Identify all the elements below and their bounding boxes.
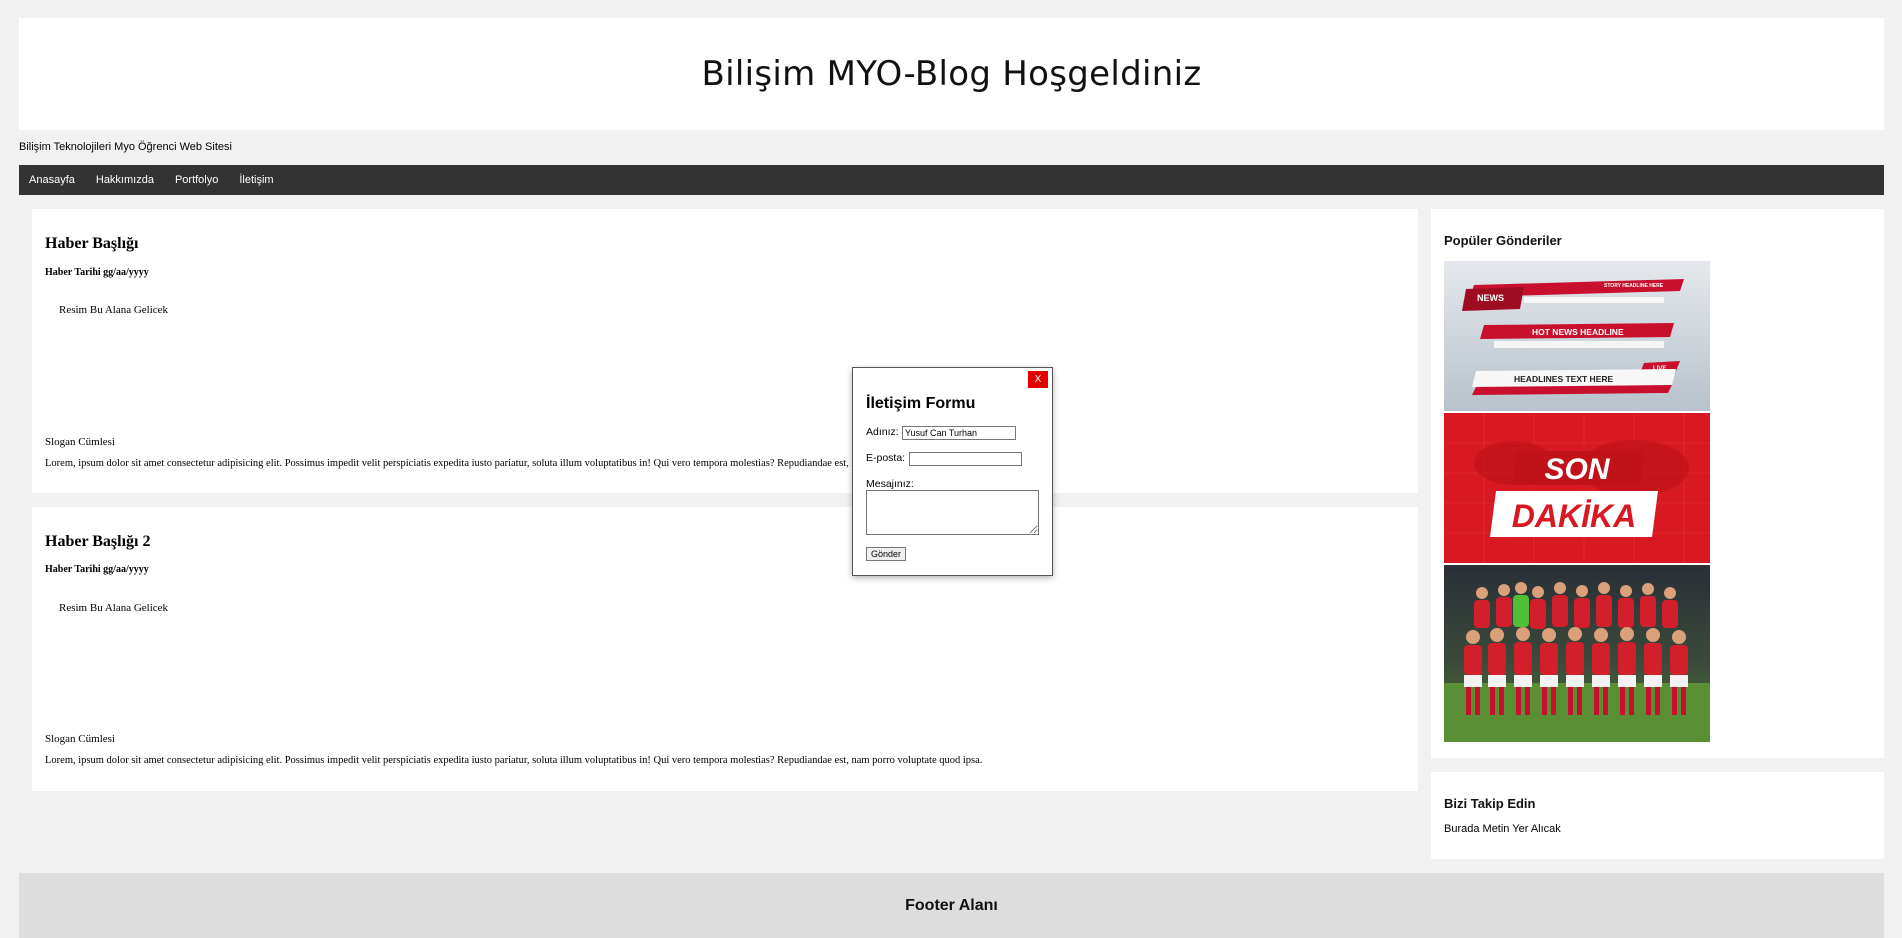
banner-label-hot-news: HOT NEWS HEADLINE [1532, 327, 1624, 337]
email-label: E-posta: [866, 452, 906, 464]
message-textarea[interactable] [866, 490, 1039, 535]
son-label: SON [1544, 453, 1610, 486]
post-slogan: Slogan Cümlesi [45, 733, 115, 745]
banner-label-news: NEWS [1477, 293, 1504, 303]
popular-posts-title: Popüler Gönderiler [1444, 233, 1562, 248]
news-post: Haber Başlığı 2 Haber Tarihi gg/aa/yyyy … [32, 507, 1418, 791]
follow-us-text: Burada Metin Yer Alıcak [1444, 823, 1561, 835]
follow-us-title: Bizi Takip Edin [1444, 796, 1536, 811]
post-title: Haber Başlığı [45, 235, 139, 252]
site-subtitle: Bilişim Teknolojileri Myo Öğrenci Web Si… [19, 141, 232, 153]
top-navigation: Anasayfa Hakkımızda Portfolyo İletişim [19, 165, 1884, 195]
name-label: Adınız: [866, 426, 899, 438]
submit-button[interactable]: Gönder [866, 547, 907, 561]
son-dakika-image[interactable]: SON DAKİKA [1444, 413, 1710, 563]
site-header: Bilişim MYO-Blog Hoşgeldiniz [19, 18, 1884, 130]
follow-us-panel: Bizi Takip Edin Burada Metin Yer Alıcak [1431, 772, 1884, 859]
contact-form-title: İletişim Formu [866, 395, 976, 412]
nav-item-portfolyo[interactable]: Portfolyo [165, 174, 229, 186]
post-date: Haber Tarihi gg/aa/yyyy [45, 564, 149, 575]
email-field[interactable] [909, 452, 1022, 466]
post-body: Lorem, ipsum dolor sit amet consectetur … [45, 755, 983, 766]
post-slogan: Slogan Cümlesi [45, 436, 115, 448]
name-field[interactable] [902, 426, 1016, 440]
contact-form-modal: X İletişim Formu Adınız: E-posta: Mesajı… [852, 367, 1053, 576]
site-footer: Footer Alanı [19, 873, 1884, 938]
close-button[interactable]: X [1028, 371, 1048, 388]
popular-posts-panel: Popüler Gönderiler NEWS STORY HEADLINE H… [1431, 209, 1884, 758]
post-image-placeholder: Resim Bu Alana Gelicek [59, 602, 169, 614]
post-date: Haber Tarihi gg/aa/yyyy [45, 267, 149, 278]
nav-item-anasayfa[interactable]: Anasayfa [19, 174, 86, 186]
footer-text: Footer Alanı [905, 896, 998, 914]
dakika-label: DAKİKA [1512, 498, 1636, 534]
site-title: Bilişim MYO-Blog Hoşgeldiniz [701, 54, 1202, 94]
news-post: Haber Başlığı Haber Tarihi gg/aa/yyyy Re… [32, 209, 1418, 493]
post-image-placeholder: Resim Bu Alana Gelicek [59, 304, 169, 316]
football-team-image[interactable] [1444, 565, 1710, 742]
post-title: Haber Başlığı 2 [45, 533, 151, 550]
news-banner-image[interactable]: NEWS STORY HEADLINE HERE HOT NEWS HEADLI… [1444, 261, 1710, 411]
nav-item-iletisim[interactable]: İletişim [229, 174, 284, 186]
banner-label-story: STORY HEADLINE HERE [1604, 283, 1664, 289]
nav-item-hakkimizda[interactable]: Hakkımızda [86, 174, 165, 186]
banner-label-headlines: HEADLINES TEXT HERE [1514, 374, 1614, 384]
message-label: Mesajınız: [866, 478, 914, 490]
post-body: Lorem, ipsum dolor sit amet consectetur … [45, 458, 983, 469]
